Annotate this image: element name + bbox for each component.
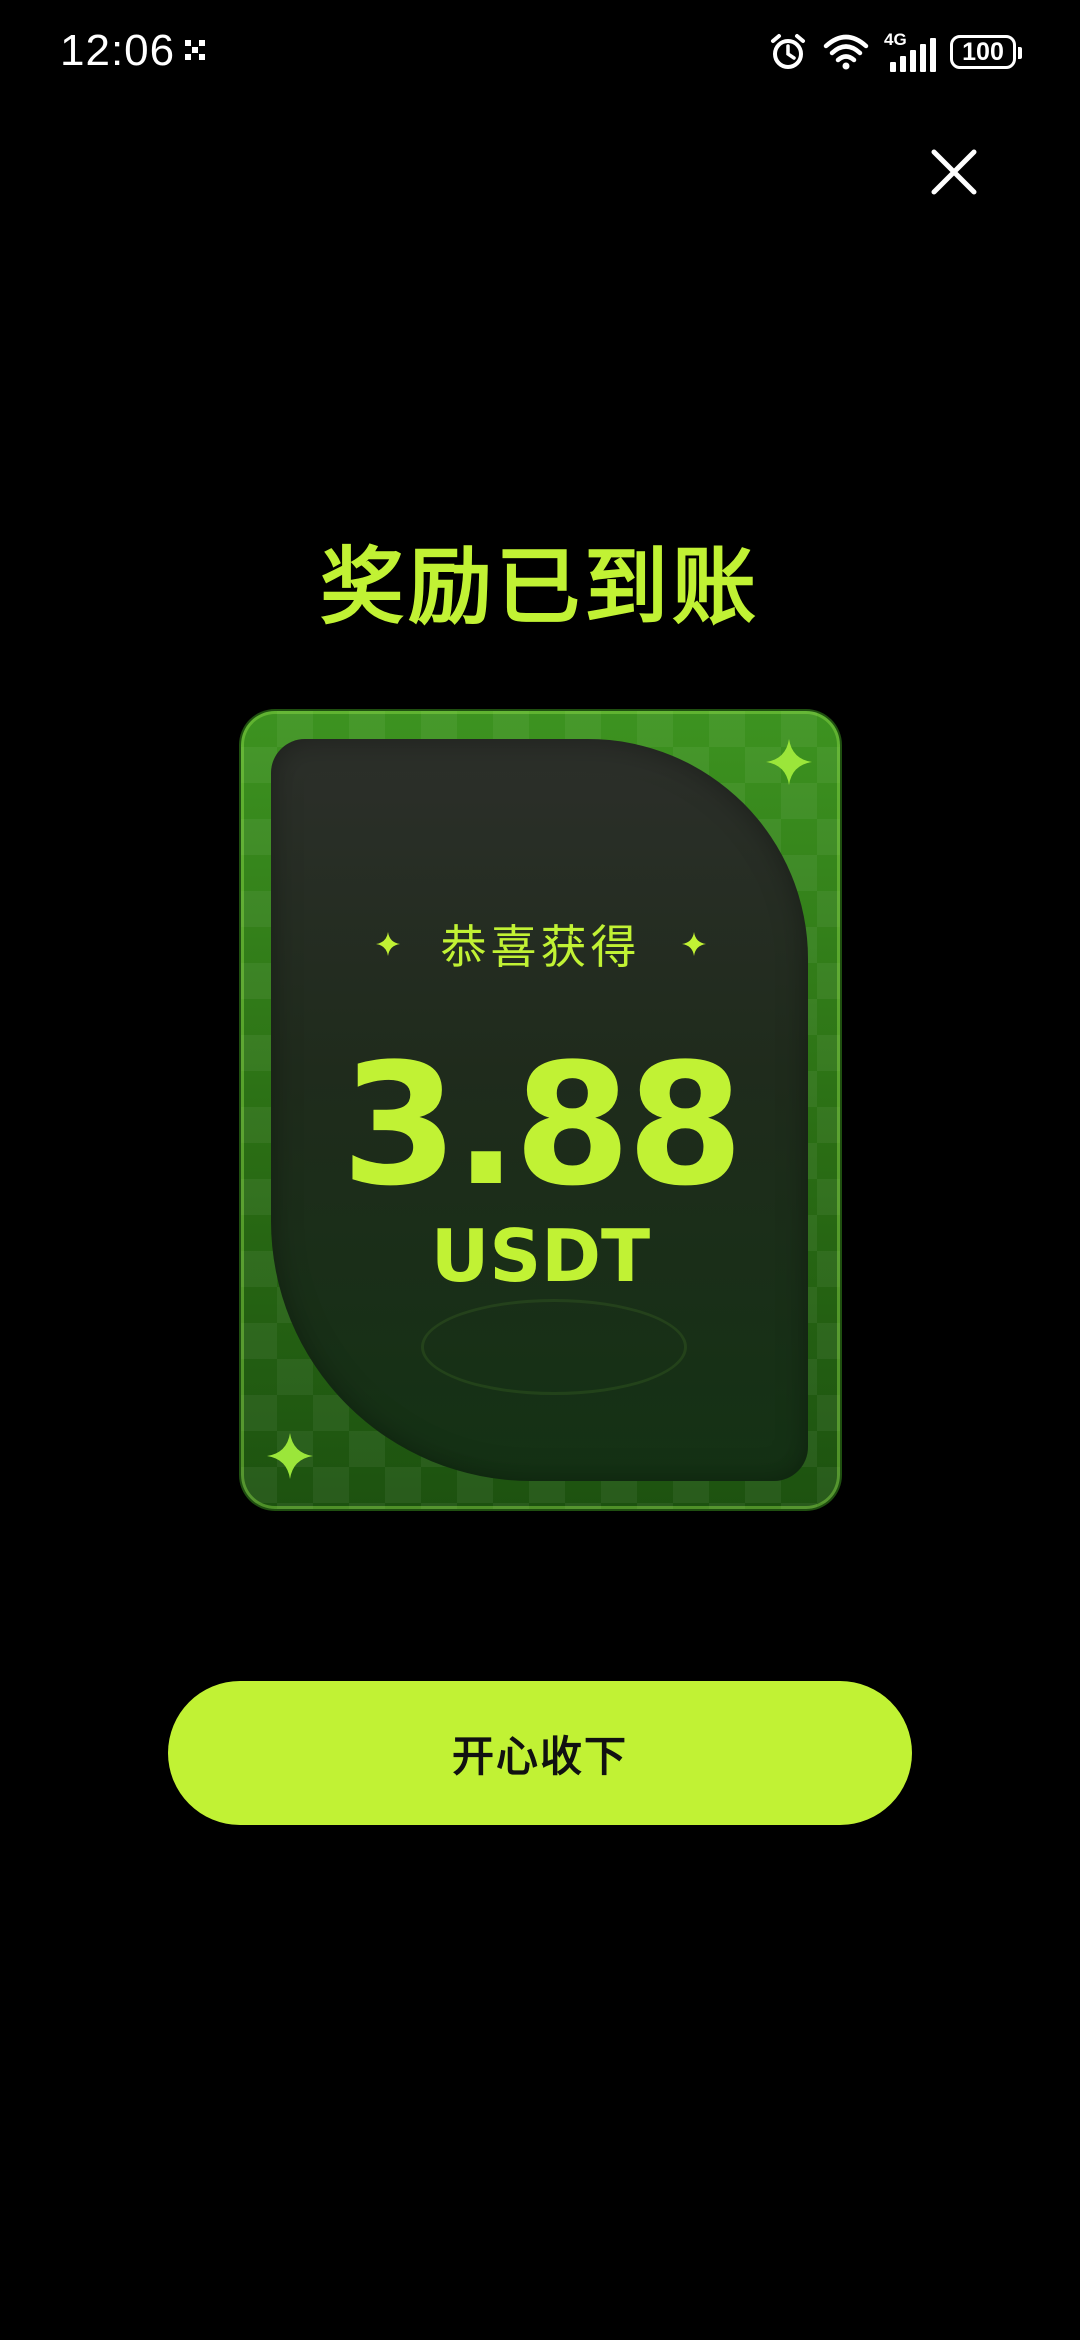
sparkle-icon — [681, 932, 706, 956]
decorative-ring — [421, 1299, 687, 1395]
battery-level: 100 — [962, 37, 1004, 66]
reward-screen: 12:06 4G 100 奖励已到账 恭喜获得 3.88 USDT 开心收下 — [0, 0, 1080, 2340]
status-time: 12:06 — [60, 26, 176, 75]
sparkle-icon — [267, 1433, 313, 1479]
reward-unit: USDT — [430, 1214, 651, 1298]
accept-button-label: 开心收下 — [451, 1731, 628, 1781]
sparkle-icon — [766, 739, 812, 785]
notification-icon — [185, 40, 205, 60]
accept-button[interactable]: 开心收下 — [168, 1681, 912, 1825]
status-bar: 12:06 4G 100 — [0, 0, 1080, 105]
battery-icon: 100 — [950, 35, 1022, 69]
reward-title: 奖励已到账 — [319, 538, 760, 636]
alarm-icon — [771, 34, 805, 69]
close-icon[interactable] — [924, 142, 984, 202]
congrats-label: 恭喜获得 — [440, 920, 641, 974]
congrats-row: 恭喜获得 — [241, 911, 840, 977]
wifi-icon — [823, 34, 869, 70]
signal-icon: 4G — [884, 30, 936, 72]
status-icons: 4G 100 — [768, 30, 1022, 74]
reward-card: 恭喜获得 3.88 USDT — [241, 711, 840, 1509]
sparkle-icon — [375, 932, 400, 956]
reward-amount: 3.88 — [341, 1027, 744, 1223]
